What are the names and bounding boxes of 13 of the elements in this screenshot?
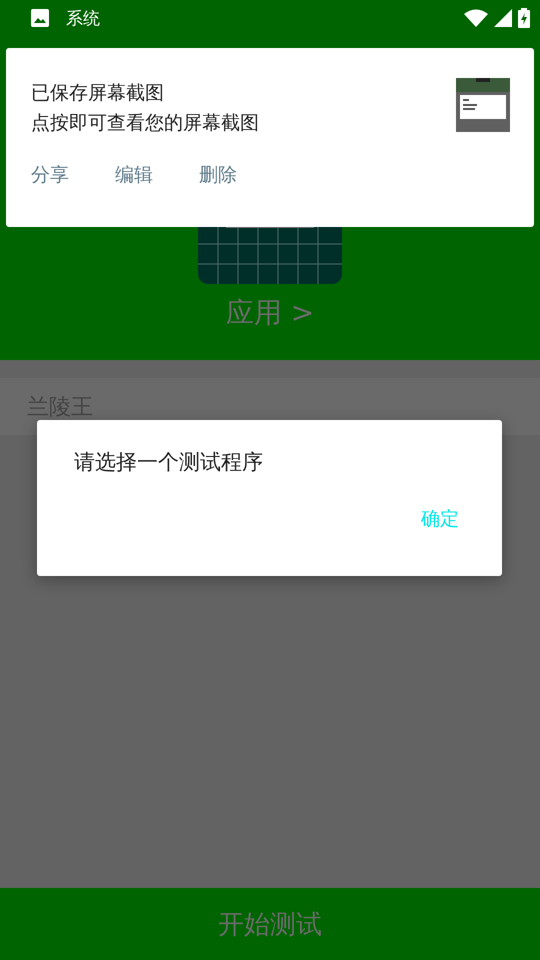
notification-action[interactable]: 编辑 — [115, 158, 171, 192]
screenshot-thumbnail[interactable] — [456, 78, 510, 132]
notification-action[interactable]: 删除 — [199, 158, 255, 192]
notification-text: 点按即可查看您的屏幕截图 — [31, 111, 259, 136]
status-app-name: 系统 — [66, 8, 100, 30]
wifi-icon — [464, 9, 488, 27]
notification-action[interactable]: 分享 — [31, 158, 87, 192]
dialog-message: 请选择一个测试程序 — [74, 449, 264, 476]
signal-icon — [494, 9, 512, 27]
image-icon — [30, 8, 50, 28]
battery-charging-icon — [518, 8, 530, 28]
notification-card[interactable]: 已保存屏幕截图 点按即可查看您的屏幕截图 分享 编辑 删除 — [6, 48, 534, 227]
notification-title: 已保存屏幕截图 — [31, 81, 165, 106]
